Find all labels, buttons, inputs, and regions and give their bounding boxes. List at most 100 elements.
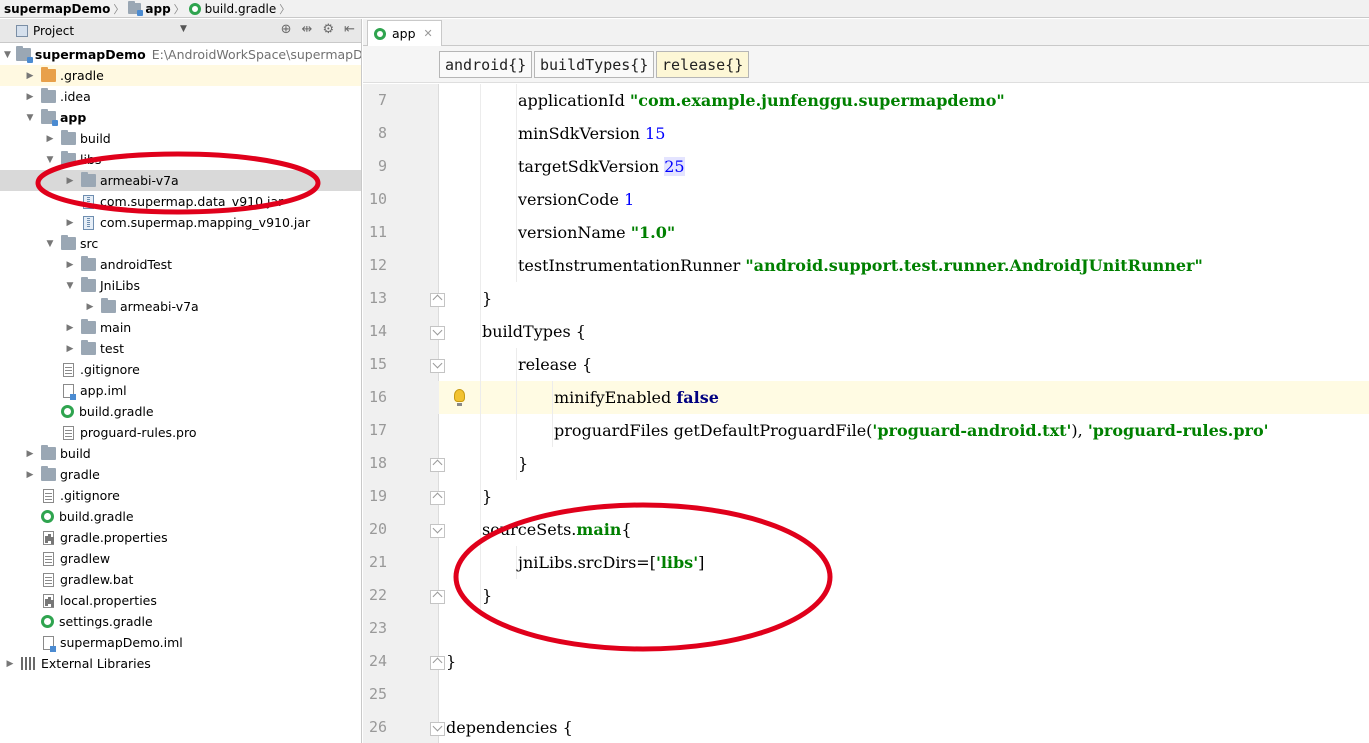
code-area[interactable]: 7 applicationId "com.example.junfenggu.su… bbox=[363, 84, 1369, 743]
code-line: 7 applicationId "com.example.junfenggu.su… bbox=[363, 84, 1369, 117]
code-token: jniLibs.srcDirs=[ bbox=[518, 553, 656, 572]
expanded-arrow-icon[interactable]: ▼ bbox=[4, 50, 11, 60]
dropdown-arrow-icon[interactable]: ▼ bbox=[180, 24, 187, 34]
fold-end-icon[interactable] bbox=[430, 293, 445, 307]
ide-window: supermapDemo 〉 app 〉 build.gradle 〉 Proj… bbox=[0, 0, 1369, 743]
expanded-arrow-icon[interactable]: ▼ bbox=[44, 155, 56, 165]
tree-item[interactable]: ▶ com.supermap.mapping_v910.jar bbox=[0, 212, 361, 233]
collapsed-arrow-icon[interactable]: ▶ bbox=[24, 470, 36, 480]
tree-item[interactable]: build.gradle bbox=[0, 506, 361, 527]
tree-item[interactable]: ▶ build bbox=[0, 128, 361, 149]
collapsed-arrow-icon[interactable]: ▶ bbox=[24, 92, 36, 102]
tree-item[interactable]: local.properties bbox=[0, 590, 361, 611]
tree-item[interactable]: ▼ supermapDemo E:\AndroidWorkSpace\superma… bbox=[0, 44, 361, 65]
fold-end-icon[interactable] bbox=[430, 458, 445, 472]
collapsed-arrow-icon[interactable]: ▶ bbox=[64, 323, 76, 333]
tree-item[interactable]: ▶ .gradle bbox=[0, 65, 361, 86]
tree-item[interactable]: ▼ libs bbox=[0, 149, 361, 170]
fold-start-icon[interactable] bbox=[430, 326, 445, 340]
properties-file-icon bbox=[43, 593, 54, 608]
gear-icon[interactable]: ⚙ bbox=[322, 22, 334, 37]
tree-item[interactable]: ▶ .idea bbox=[0, 86, 361, 107]
code-line: 23 bbox=[363, 612, 1369, 645]
lightbulb-icon[interactable] bbox=[454, 389, 465, 406]
fold-end-icon[interactable] bbox=[430, 656, 445, 670]
file-icon bbox=[43, 572, 54, 587]
fold-start-icon[interactable] bbox=[430, 524, 445, 538]
collapsed-arrow-icon[interactable]: ▶ bbox=[84, 302, 96, 312]
fold-end-icon[interactable] bbox=[430, 491, 445, 505]
project-view-icon bbox=[16, 24, 28, 37]
line-number: 25 bbox=[368, 685, 387, 703]
code-line: 9 targetSdkVersion 25 bbox=[363, 150, 1369, 183]
collapsed-arrow-icon[interactable]: ▶ bbox=[64, 218, 76, 228]
line-number: 11 bbox=[368, 223, 387, 241]
tree-item[interactable]: build.gradle bbox=[0, 401, 361, 422]
code-line: 26 dependencies { bbox=[363, 711, 1369, 743]
collapsed-arrow-icon[interactable]: ▶ bbox=[24, 71, 36, 81]
breadcrumb-item-file[interactable]: build.gradle 〉 bbox=[188, 0, 295, 17]
fold-end-icon[interactable] bbox=[430, 590, 445, 604]
code-breadcrumb-buildtypes[interactable]: buildTypes{} bbox=[534, 51, 655, 78]
indent-guide bbox=[480, 315, 481, 348]
collapsed-arrow-icon[interactable]: ▶ bbox=[24, 449, 36, 459]
tree-item[interactable]: ▶ main bbox=[0, 317, 361, 338]
code-text: versionCode 1 bbox=[518, 183, 634, 216]
tree-item[interactable]: settings.gradle bbox=[0, 611, 361, 632]
code-text: release { bbox=[518, 348, 592, 381]
scroll-from-source-icon[interactable]: ⊕ bbox=[281, 22, 292, 37]
indent-guide bbox=[552, 381, 553, 414]
expanded-arrow-icon[interactable]: ▼ bbox=[44, 239, 56, 249]
tree-item[interactable]: proguard-rules.pro bbox=[0, 422, 361, 443]
editor-tab-app[interactable]: app ✕ bbox=[367, 20, 442, 46]
tree-item[interactable]: ▶ gradle bbox=[0, 464, 361, 485]
tree-item[interactable]: .gitignore bbox=[0, 359, 361, 380]
tree-item[interactable]: gradle.properties bbox=[0, 527, 361, 548]
breadcrumb-separator-icon: 〉 bbox=[279, 2, 291, 16]
fold-start-icon[interactable] bbox=[430, 359, 445, 373]
line-number: 17 bbox=[368, 421, 387, 439]
tree-item[interactable]: ▼ src bbox=[0, 233, 361, 254]
folder-icon bbox=[81, 340, 96, 355]
file-icon bbox=[63, 425, 74, 440]
indent-guide bbox=[480, 414, 481, 447]
editor-tab-label: app bbox=[392, 26, 416, 41]
tree-item[interactable]: gradlew.bat bbox=[0, 569, 361, 590]
collapse-all-icon[interactable]: ⇹ bbox=[302, 22, 313, 37]
tree-item[interactable]: ▼ JniLibs bbox=[0, 275, 361, 296]
tree-item[interactable]: ▼ app bbox=[0, 107, 361, 128]
project-view-selector[interactable]: Project bbox=[33, 24, 74, 38]
code-breadcrumb-release[interactable]: release{} bbox=[656, 51, 750, 78]
line-number: 18 bbox=[368, 454, 387, 472]
tree-item[interactable]: supermapDemo.iml bbox=[0, 632, 361, 653]
tree-item[interactable]: app.iml bbox=[0, 380, 361, 401]
collapsed-arrow-icon[interactable]: ▶ bbox=[64, 260, 76, 270]
tree-item[interactable]: ▶ armeabi-v7a bbox=[0, 296, 361, 317]
tree-item[interactable]: .gitignore bbox=[0, 485, 361, 506]
fold-start-icon[interactable] bbox=[430, 722, 445, 736]
code-token: applicationId bbox=[518, 91, 630, 110]
expanded-arrow-icon[interactable]: ▼ bbox=[24, 113, 36, 123]
tree-item-label: app bbox=[60, 110, 87, 125]
jar-icon bbox=[83, 215, 94, 230]
tree-item[interactable]: ▶ External Libraries bbox=[0, 653, 361, 674]
collapsed-arrow-icon[interactable]: ▶ bbox=[64, 344, 76, 354]
tree-item[interactable]: ▶ test bbox=[0, 338, 361, 359]
collapsed-arrow-icon[interactable]: ▶ bbox=[44, 134, 56, 144]
expanded-arrow-icon[interactable]: ▼ bbox=[64, 281, 76, 291]
code-token: } bbox=[518, 454, 529, 473]
tree-item[interactable]: ▶ build bbox=[0, 443, 361, 464]
close-icon[interactable]: ✕ bbox=[424, 27, 433, 40]
code-breadcrumb-android[interactable]: android{} bbox=[439, 51, 533, 78]
tree-item[interactable]: gradlew bbox=[0, 548, 361, 569]
tree-item[interactable]: ▶ androidTest bbox=[0, 254, 361, 275]
collapsed-arrow-icon[interactable]: ▶ bbox=[64, 176, 76, 186]
collapsed-arrow-icon[interactable]: ▶ bbox=[4, 659, 16, 669]
hide-panel-icon[interactable]: ⇤ bbox=[344, 22, 355, 37]
gradle-icon bbox=[188, 2, 201, 15]
breadcrumb-item-module[interactable]: app 〉 bbox=[128, 0, 188, 17]
tree-item[interactable]: ▶ armeabi-v7a bbox=[0, 170, 361, 191]
breadcrumb-item-project[interactable]: supermapDemo 〉 bbox=[0, 0, 128, 17]
tree-item[interactable]: com.supermap.data_v910.jar bbox=[0, 191, 361, 212]
code-line: 15 release { bbox=[363, 348, 1369, 381]
